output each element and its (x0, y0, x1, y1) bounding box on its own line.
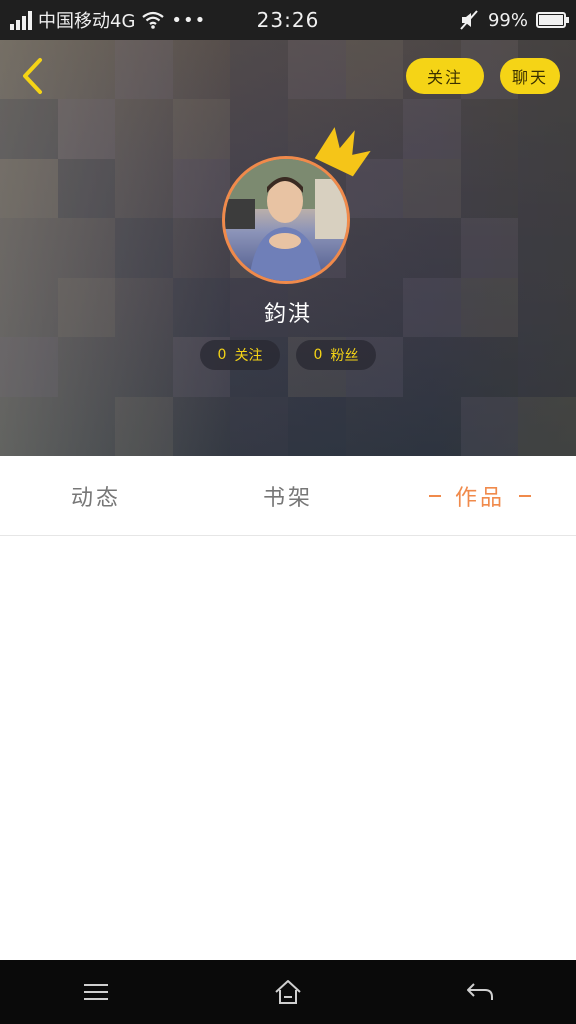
crown-icon (314, 127, 371, 177)
battery-label: 99% (487, 9, 528, 31)
battery-icon (536, 12, 569, 28)
chat-button[interactable]: 聊天 (500, 58, 560, 94)
chevron-left-icon (23, 58, 42, 94)
menu-button[interactable] (66, 967, 126, 1017)
username: 鈞淇 (263, 302, 312, 327)
menu-icon (84, 984, 108, 1000)
follow-button[interactable]: 关注 (406, 58, 484, 94)
avatar-container[interactable] (222, 127, 371, 288)
home-button[interactable] (258, 967, 318, 1017)
more-dots-icon: ••• (171, 9, 207, 31)
system-navbar (0, 960, 576, 1024)
tab-dynamics[interactable]: 动态 (0, 456, 192, 535)
battery-fill (539, 15, 563, 25)
fans-label: 粉丝 (330, 348, 359, 364)
tab-label: 动态 (70, 485, 121, 511)
tab-works[interactable]: 作品 (384, 456, 576, 535)
mute-icon (460, 10, 478, 30)
fans-stat[interactable]: 0 粉丝 (296, 340, 376, 370)
status-bar: 中国移动4G ••• 23:26 99% (0, 0, 576, 40)
following-label: 关注 (234, 348, 263, 364)
tab-label: 书架 (262, 485, 313, 511)
status-right: 99% (458, 9, 569, 31)
status-left: 中国移动4G ••• (10, 7, 206, 33)
home-icon (275, 980, 301, 1004)
back-nav-button[interactable] (450, 967, 510, 1017)
following-count: 0 (217, 347, 227, 363)
carrier-label: 中国移动4G (38, 11, 136, 32)
back-button[interactable] (14, 56, 50, 96)
following-stat[interactable]: 0 关注 (200, 340, 280, 370)
fans-count: 0 (313, 347, 323, 363)
signal-icon (10, 10, 32, 30)
active-indicator-right (519, 494, 531, 497)
tab-label: 作品 (454, 485, 505, 511)
wifi-icon (142, 11, 165, 29)
active-indicator-left (428, 494, 441, 497)
profile-header: 关注 聊天 鈞淇 0 关注 0 粉丝 (0, 40, 576, 456)
back-arrow-icon (467, 983, 493, 1000)
works-content (0, 537, 576, 960)
tab-bookshelf[interactable]: 书架 (192, 456, 384, 535)
profile-tabs: 动态 书架 作品 (0, 456, 576, 536)
